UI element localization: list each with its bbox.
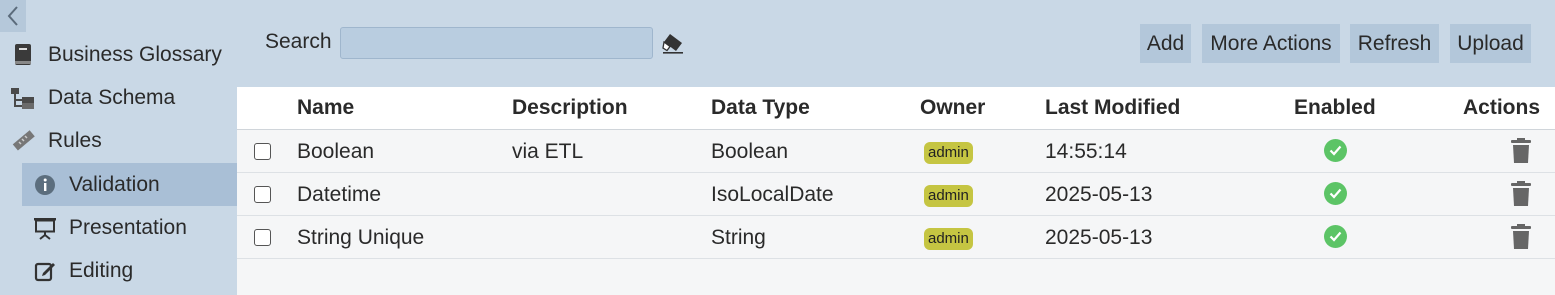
rules-table: Name Description Data Type Owner Last Mo… <box>237 87 1555 295</box>
column-header-enabled[interactable]: Enabled <box>1294 96 1376 120</box>
delete-trash-icon[interactable] <box>1510 224 1532 250</box>
table-row[interactable]: Boolean via ETL Boolean admin 14:55:14 <box>237 130 1555 173</box>
enabled-check-icon <box>1324 182 1347 205</box>
sidebar-item-business-glossary[interactable]: Business Glossary <box>10 33 222 76</box>
sidebar-item-editing[interactable]: Editing <box>22 249 237 292</box>
search-label: Search <box>265 30 332 53</box>
upload-button[interactable]: Upload <box>1450 24 1531 63</box>
enabled-check-icon <box>1324 139 1347 162</box>
cell-data-type: IsoLocalDate <box>711 183 834 206</box>
edit-icon <box>33 259 57 283</box>
column-header-description[interactable]: Description <box>512 96 628 120</box>
presentation-icon <box>33 216 57 240</box>
sidebar-item-validation[interactable]: Validation <box>22 163 237 206</box>
more-actions-button[interactable]: More Actions <box>1202 24 1340 63</box>
info-circle-icon <box>33 173 57 197</box>
row-checkbox[interactable] <box>254 229 271 246</box>
sidebar-item-label: Data Schema <box>48 85 176 109</box>
delete-trash-icon[interactable] <box>1510 138 1532 164</box>
cell-last-modified: 2025-05-13 <box>1045 226 1153 249</box>
table-header: Name Description Data Type Owner Last Mo… <box>237 87 1555 130</box>
schema-tree-icon <box>10 85 36 111</box>
cell-name: String Unique <box>297 226 425 249</box>
enabled-check-icon <box>1324 225 1347 248</box>
sidebar-item-data-schema[interactable]: Data Schema <box>10 76 175 119</box>
sidebar-item-label: Editing <box>69 258 134 282</box>
column-header-data-type[interactable]: Data Type <box>711 96 810 120</box>
sidebar-item-label: Business Glossary <box>48 42 222 66</box>
owner-badge: admin <box>924 185 973 207</box>
delete-trash-icon[interactable] <box>1510 181 1532 207</box>
cell-last-modified: 14:55:14 <box>1045 140 1127 163</box>
column-header-owner[interactable]: Owner <box>920 96 985 120</box>
cell-description: via ETL <box>512 140 584 163</box>
column-header-name[interactable]: Name <box>297 96 354 120</box>
row-checkbox[interactable] <box>254 143 271 160</box>
table-row[interactable]: Datetime IsoLocalDate admin 2025-05-13 <box>237 173 1555 216</box>
table-row[interactable]: String Unique String admin 2025-05-13 <box>237 216 1555 259</box>
refresh-button[interactable]: Refresh <box>1350 24 1439 63</box>
cell-name: Datetime <box>297 183 382 206</box>
collapse-sidebar-button[interactable] <box>0 0 26 32</box>
search-input[interactable] <box>340 27 653 59</box>
sidebar-item-rules[interactable]: Rules <box>10 119 102 162</box>
clear-search-eraser-icon[interactable] <box>660 30 686 56</box>
add-button[interactable]: Add <box>1140 24 1191 63</box>
sidebar-item-label: Rules <box>48 128 102 152</box>
sidebar-item-presentation[interactable]: Presentation <box>22 206 237 249</box>
column-header-last-modified[interactable]: Last Modified <box>1045 96 1180 120</box>
cell-data-type: Boolean <box>711 140 789 163</box>
cell-data-type: String <box>711 226 766 249</box>
column-header-actions: Actions <box>1463 96 1541 119</box>
row-checkbox[interactable] <box>254 186 271 203</box>
owner-badge: admin <box>924 142 973 164</box>
cell-last-modified: 2025-05-13 <box>1045 183 1153 206</box>
ruler-icon <box>10 128 36 154</box>
owner-badge: admin <box>924 228 973 250</box>
sidebar: Business Glossary Data Schema Rules Vali… <box>0 0 237 295</box>
cell-name: Boolean <box>297 140 375 163</box>
chevron-left-icon <box>7 6 18 26</box>
book-icon <box>10 42 36 68</box>
sidebar-item-label: Presentation <box>69 215 187 239</box>
sidebar-item-label: Validation <box>69 172 160 196</box>
